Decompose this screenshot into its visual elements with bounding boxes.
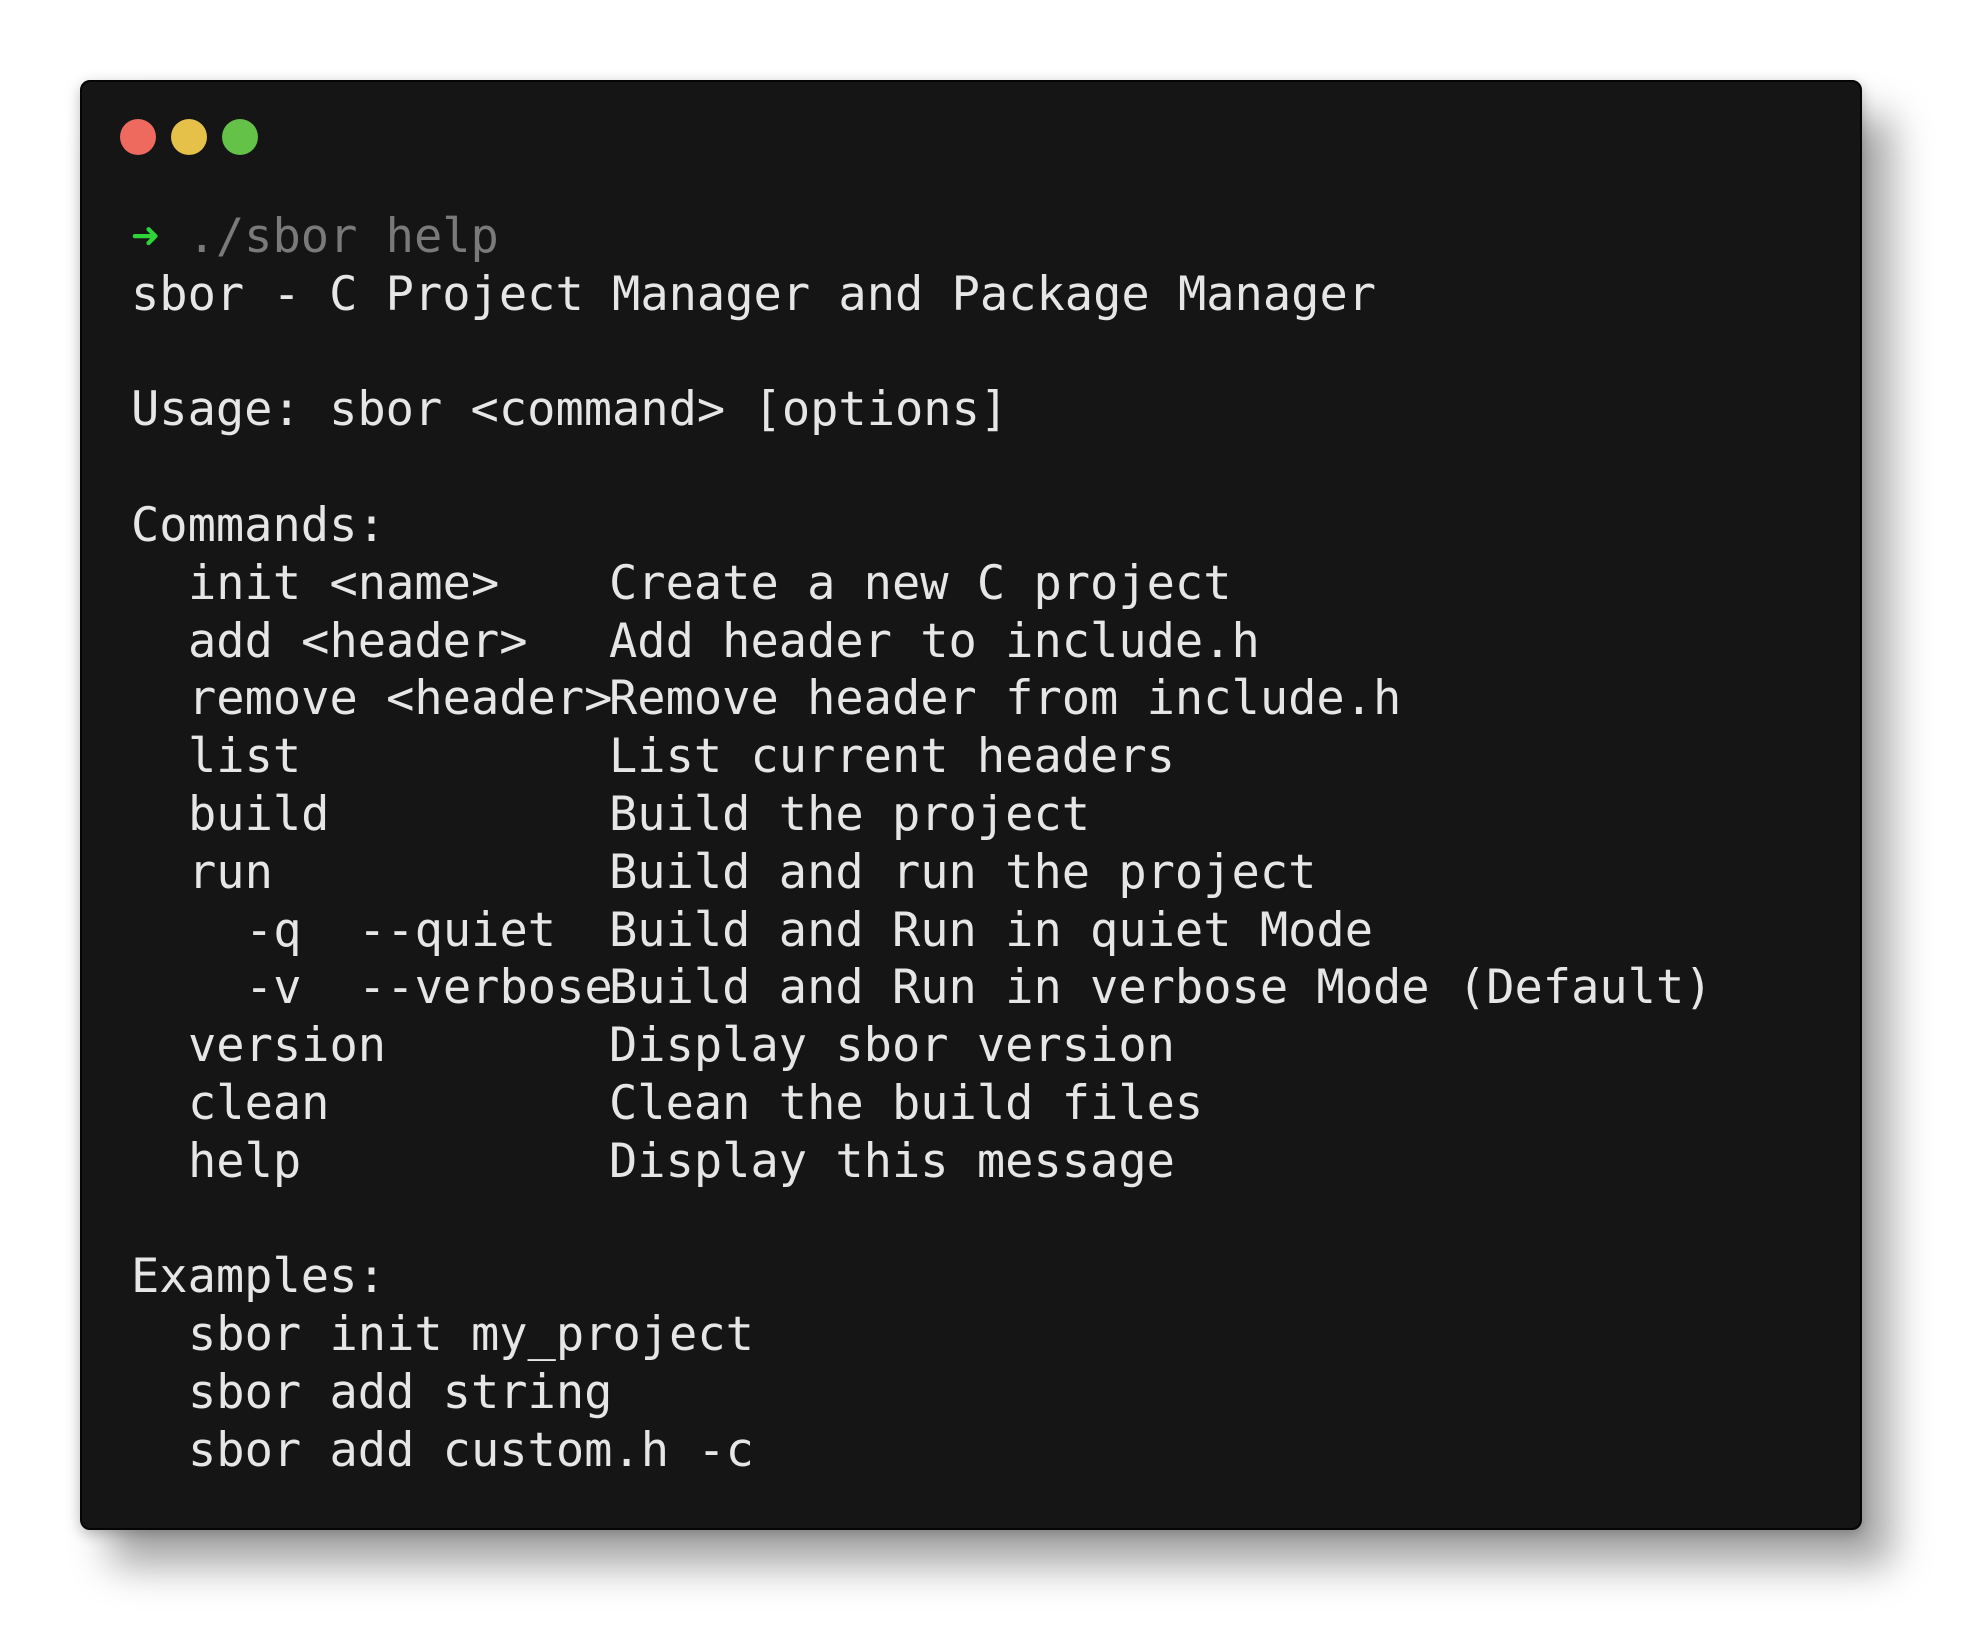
command-row: add <header> Add header to include.h <box>131 613 1830 671</box>
option-desc: Build and Run in verbose Mode (Default) <box>609 960 1713 1016</box>
command-desc: Display sbor version <box>609 1018 1175 1074</box>
command-row: clean Clean the build files <box>131 1075 1830 1133</box>
command-row: init <name> Create a new C project <box>131 555 1830 613</box>
terminal-output[interactable]: ➜ ./sbor help sbor - C Project Manager a… <box>131 208 1830 1480</box>
command-name: run <box>188 844 273 900</box>
command-name: list <box>188 729 302 785</box>
command-desc: Build and run the project <box>609 844 1317 900</box>
output-title: sbor - C Project Manager and Package Man… <box>131 266 1377 322</box>
examples-header: Examples: <box>131 1249 386 1305</box>
command-desc: List current headers <box>609 729 1175 785</box>
command-row: run Build and run the project <box>131 844 1830 902</box>
command-desc: Remove header from include.h <box>609 671 1402 727</box>
option-row: -q --quiet Build and Run in quiet Mode <box>131 902 1830 960</box>
usage-line: Usage: sbor <command> [options] <box>131 382 1009 438</box>
command-name: init <name> <box>188 555 500 611</box>
minimize-button[interactable] <box>171 119 207 155</box>
option-row: -v --verbose Build and Run in verbose Mode… <box>131 959 1830 1017</box>
command-desc: Clean the build files <box>609 1075 1204 1131</box>
command-row: list List current headers <box>131 728 1830 786</box>
option-long: --verbose <box>358 960 613 1016</box>
command-row: version Display sbor version <box>131 1017 1830 1075</box>
option-short: -q <box>245 902 302 958</box>
option-desc: Build and Run in quiet Mode <box>609 902 1374 958</box>
close-button[interactable] <box>120 119 156 155</box>
example-line: sbor add custom.h -c <box>188 1422 754 1478</box>
command-desc: Display this message <box>609 1133 1175 1189</box>
maximize-button[interactable] <box>222 119 258 155</box>
command-name: remove <header> <box>188 671 613 727</box>
example-line: sbor init my_project <box>188 1307 754 1363</box>
command-name: clean <box>188 1075 330 1131</box>
commands-header: Commands: <box>131 497 386 553</box>
prompt-arrow-icon: ➜ <box>131 209 160 264</box>
prompt-command: ./sbor help <box>187 209 499 264</box>
terminal-window: ➜ ./sbor help sbor - C Project Manager a… <box>80 80 1862 1530</box>
option-short: -v <box>245 960 302 1016</box>
command-name: add <header> <box>188 613 528 669</box>
command-desc: Add header to include.h <box>609 613 1260 669</box>
command-row: build Build the project <box>131 786 1830 844</box>
window-controls <box>120 119 258 155</box>
command-desc: Build the project <box>609 786 1091 842</box>
command-name: build <box>188 786 330 842</box>
command-name: version <box>188 1018 387 1074</box>
command-desc: Create a new C project <box>609 555 1232 611</box>
option-flags: -v --verbose <box>131 959 613 1017</box>
command-row: remove <header> Remove header from includ… <box>131 670 1830 728</box>
option-flags: -q --quiet <box>131 902 609 960</box>
option-long: --quiet <box>358 902 557 958</box>
example-line: sbor add string <box>188 1364 613 1420</box>
command-name: help <box>188 1133 302 1189</box>
command-row: help Display this message <box>131 1133 1830 1191</box>
prompt-line: ➜ ./sbor help <box>131 208 1830 266</box>
